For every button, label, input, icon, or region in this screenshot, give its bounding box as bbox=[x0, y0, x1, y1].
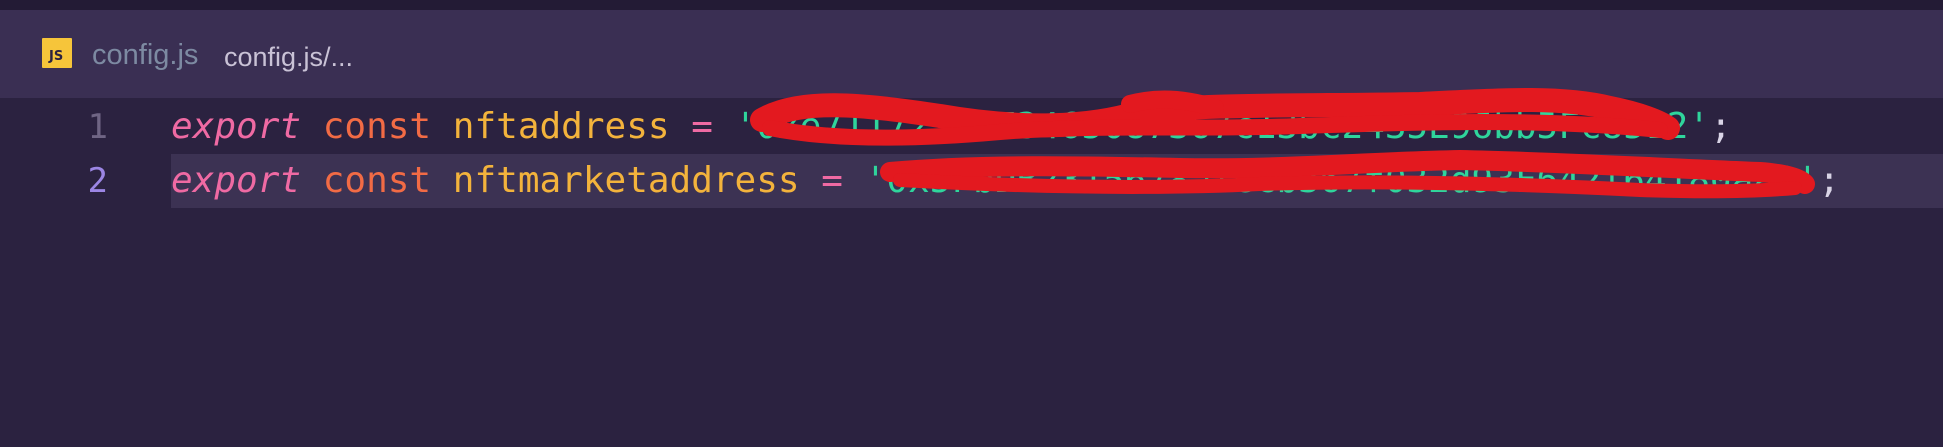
line-number: 1 bbox=[87, 107, 108, 147]
variable-name: nftmarketaddress bbox=[452, 160, 800, 201]
window-top-strip bbox=[0, 0, 1943, 10]
string-value: 0x5FbDB2315678afecb367f032d93F642f64180a… bbox=[886, 160, 1797, 201]
string-quote-open: ' bbox=[734, 106, 757, 147]
string-quote-close: ' bbox=[1796, 160, 1819, 201]
string-quote-close: ' bbox=[1688, 106, 1710, 147]
javascript-file-icon: JS bbox=[42, 38, 72, 68]
string-value: 0xe7117255773465087367c13bc2435E96bb5Fc8… bbox=[756, 106, 1689, 147]
string-quote-open: ' bbox=[864, 160, 887, 201]
semicolon: ; bbox=[1818, 160, 1841, 201]
keyword-export: export bbox=[171, 160, 302, 201]
keyword-const: const bbox=[322, 106, 432, 147]
variable-name: nftaddress bbox=[452, 106, 670, 147]
breadcrumb-file-name[interactable]: config.js bbox=[92, 38, 198, 72]
assignment-operator: = bbox=[821, 160, 843, 201]
line-number-active: 2 bbox=[87, 161, 108, 201]
code-line-2[interactable]: 2 export const nftmarketaddress = '0x5Fb… bbox=[0, 154, 1943, 208]
code-line-1[interactable]: 1 export const nftaddress = '0xe71172557… bbox=[0, 100, 1943, 154]
breadcrumb-symbol-path[interactable]: config.js/... bbox=[224, 40, 353, 74]
code-text[interactable]: export const nftaddress = '0xe7117255773… bbox=[171, 100, 1732, 154]
semicolon: ; bbox=[1709, 106, 1732, 147]
keyword-const: const bbox=[322, 160, 432, 201]
breadcrumb: JS config.js config.js/... bbox=[0, 10, 1943, 98]
assignment-operator: = bbox=[691, 106, 713, 147]
code-text[interactable]: export const nftmarketaddress = '0x5FbDB… bbox=[171, 154, 1840, 208]
keyword-export: export bbox=[171, 106, 302, 147]
code-editor[interactable]: 1 export const nftaddress = '0xe71172557… bbox=[0, 98, 1943, 447]
